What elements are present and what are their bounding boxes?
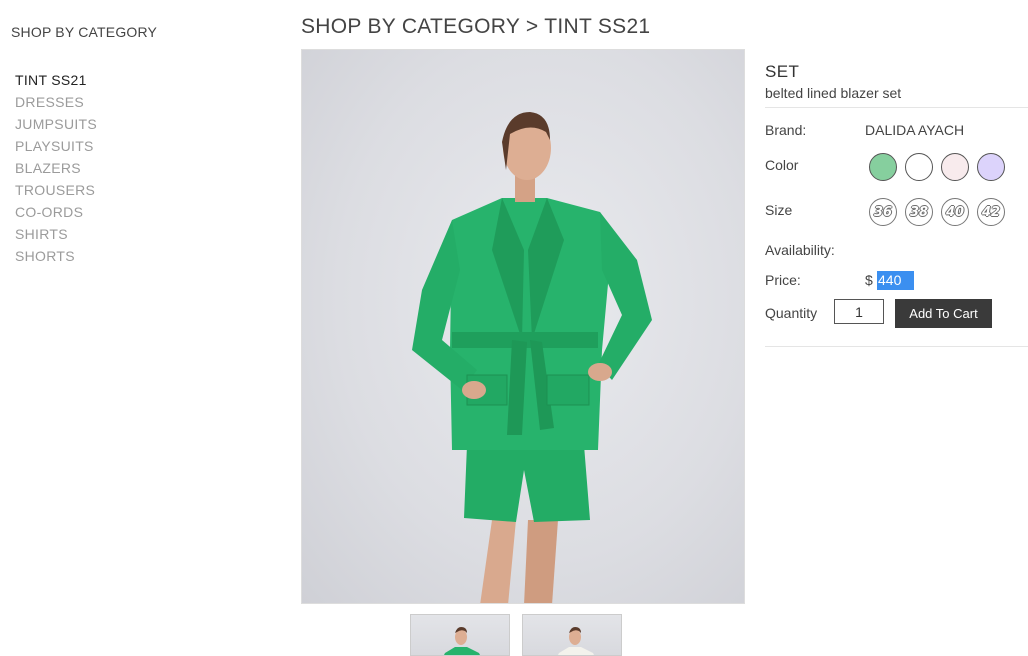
category-list: TINT SS21 DRESSES JUMPSUITS PLAYSUITS BL…	[15, 69, 241, 267]
product-main-image[interactable]	[301, 49, 745, 604]
category-item-co-ords[interactable]: CO-ORDS	[15, 201, 241, 223]
category-sidebar: SHOP BY CATEGORY TINT SS21 DRESSES JUMPS…	[11, 24, 241, 267]
brand-value: DALIDA AYACH	[865, 122, 965, 138]
sidebar-title: SHOP BY CATEGORY	[11, 24, 158, 40]
quantity-input[interactable]	[834, 299, 884, 324]
info-divider-bottom	[765, 346, 1028, 347]
breadcrumb: SHOP BY CATEGORY > TINT SS21	[301, 15, 651, 38]
color-swatch-pink[interactable]	[941, 153, 969, 181]
category-item-playsuits[interactable]: PLAYSUITS	[15, 135, 241, 157]
add-to-cart-button[interactable]: Add To Cart	[895, 299, 992, 328]
category-item-dresses[interactable]: DRESSES	[15, 91, 241, 113]
category-item-tint-ss21[interactable]: TINT SS21	[15, 69, 241, 91]
size-option-40[interactable]: 40	[941, 198, 969, 226]
info-divider-top	[765, 107, 1028, 108]
price-currency: $	[865, 272, 873, 288]
price-label: Price:	[765, 272, 801, 288]
category-item-jumpsuits[interactable]: JUMPSUITS	[15, 113, 241, 135]
category-item-blazers[interactable]: BLAZERS	[15, 157, 241, 179]
price-value: 440	[877, 271, 915, 290]
product-title: SET	[765, 62, 800, 81]
quantity-label: Quantity	[765, 305, 818, 321]
thumbnail-2[interactable]	[522, 614, 622, 656]
category-item-shirts[interactable]: SHIRTS	[15, 223, 241, 245]
category-item-trousers[interactable]: TROUSERS	[15, 179, 241, 201]
size-label: Size	[765, 202, 793, 218]
size-option-38[interactable]: 38	[905, 198, 933, 226]
thumbnail-1[interactable]	[410, 614, 510, 656]
size-option-36[interactable]: 36	[869, 198, 897, 226]
availability-label: Availability:	[765, 242, 835, 258]
size-option-42[interactable]: 42	[977, 198, 1005, 226]
color-swatch-white[interactable]	[905, 153, 933, 181]
category-item-shorts[interactable]: SHORTS	[15, 245, 241, 267]
color-swatch-green[interactable]	[869, 153, 897, 181]
color-label: Color	[765, 157, 799, 173]
product-info-panel: SET belted lined blazer set Brand: DALID…	[765, 60, 1028, 347]
color-swatch-lavender[interactable]	[977, 153, 1005, 181]
product-subtitle: belted lined blazer set	[765, 85, 902, 101]
brand-label: Brand:	[765, 122, 807, 138]
